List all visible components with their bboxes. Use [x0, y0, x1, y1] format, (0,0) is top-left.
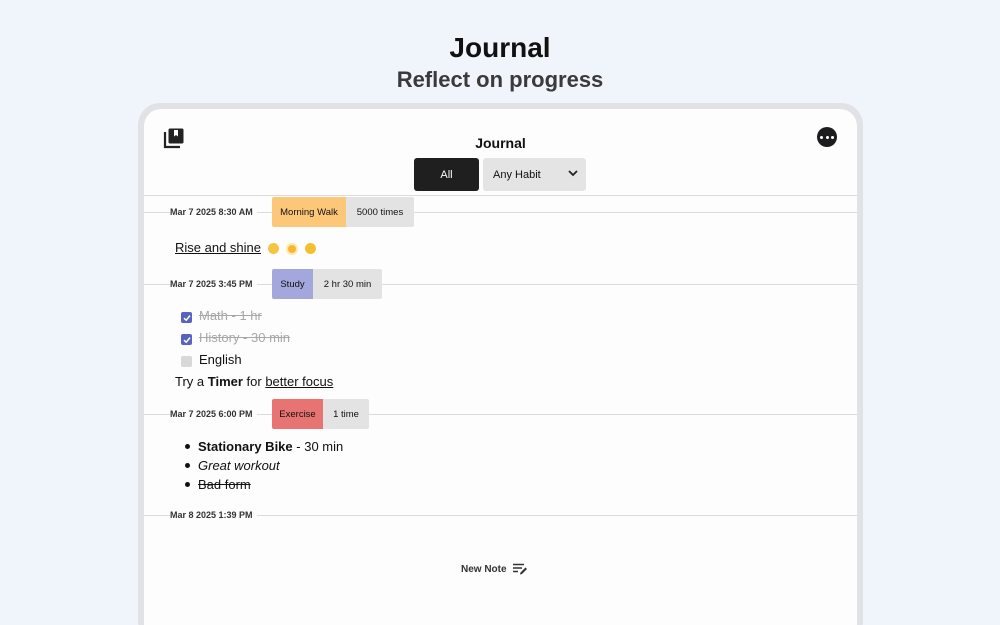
list-item: Great workout [198, 458, 280, 473]
list-item: Bad form [198, 477, 251, 492]
tip-link[interactable]: better focus [265, 374, 333, 389]
habit-chip-exercise[interactable]: Exercise [272, 399, 323, 429]
grinning-face-icon [304, 243, 316, 255]
tip-text: Try a Timer for better focus [175, 374, 333, 389]
list-item: Stationary Bike - 30 min [198, 439, 343, 454]
entry-timestamp: Mar 7 2025 3:45 PM [170, 279, 257, 289]
list-item-rest: - 30 min [292, 439, 344, 454]
filter-all-button[interactable]: All [414, 158, 479, 191]
checkbox-unchecked[interactable] [181, 356, 192, 367]
entry-timestamp: Mar 7 2025 8:30 AM [170, 207, 257, 217]
nav-title: Journal [475, 135, 526, 151]
checklist-item: Math - 1 hr [199, 308, 262, 323]
list-bullet [185, 482, 190, 487]
tip-prefix: Try a [175, 374, 208, 389]
sun-icon [288, 244, 297, 253]
entry-timestamp: Mar 7 2025 6:00 PM [170, 409, 257, 419]
habit-chip-morning-walk[interactable]: Morning Walk [272, 197, 346, 227]
note-text: Rise and shine [175, 240, 316, 255]
checklist-item: History - 30 min [199, 330, 291, 345]
habit-filter-label: Any Habit [493, 168, 541, 181]
checkbox-checked[interactable] [181, 312, 192, 323]
list-bullet [185, 444, 190, 449]
habit-value-badge: 1 time [323, 399, 369, 429]
tip-bold: Timer [207, 374, 243, 389]
more-ellipsis-icon[interactable] [817, 127, 837, 147]
filter-divider [144, 195, 857, 196]
note-underlined-text: Rise and shine [175, 240, 261, 255]
checkbox-checked[interactable] [181, 334, 192, 345]
slightly-smiling-face-icon [267, 243, 279, 255]
checklist-item: English [199, 352, 242, 367]
habit-filter-dropdown[interactable]: Any Habit [483, 158, 586, 191]
chevron-down-icon [568, 170, 578, 177]
new-note-label: New Note [461, 563, 507, 575]
habit-chip-study[interactable]: Study [272, 269, 313, 299]
journal-screen: Journal All Any Habit Mar 7 2025 8:30 AM… [144, 109, 857, 625]
habit-value-badge: 5000 times [346, 197, 414, 227]
compose-list-icon [512, 563, 527, 575]
new-note-button[interactable]: New Note [461, 563, 528, 575]
habit-value-badge: 2 hr 30 min [313, 269, 382, 299]
list-bullet [185, 463, 190, 468]
hero-title: Journal [449, 32, 551, 63]
tablet-frame: Journal All Any Habit Mar 7 2025 8:30 AM… [138, 103, 863, 625]
entry-timestamp: Mar 8 2025 1:39 PM [170, 510, 257, 520]
hero-subtitle: Reflect on progress [396, 67, 604, 92]
tip-middle: for [242, 374, 266, 389]
list-item-bold: Stationary Bike [198, 439, 293, 454]
